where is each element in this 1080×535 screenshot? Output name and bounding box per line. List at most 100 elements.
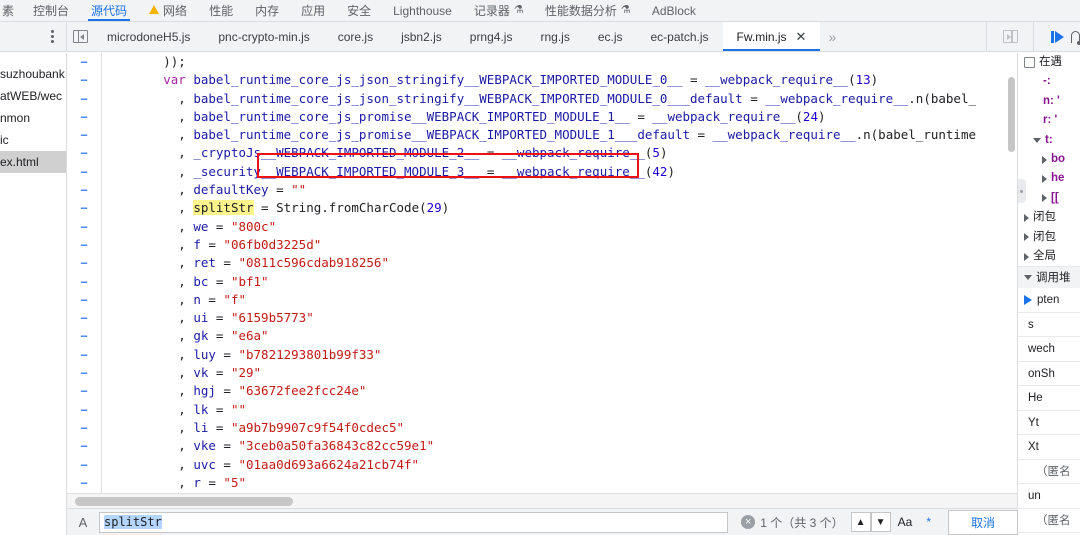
- source-tab-2[interactable]: core.js: [324, 22, 387, 51]
- fold-marker[interactable]: −: [67, 71, 101, 89]
- chevron-right-icon[interactable]: [1024, 213, 1029, 222]
- scope-row-5[interactable]: bo: [1018, 150, 1080, 169]
- panel-tab-7[interactable]: 安全: [336, 0, 382, 21]
- fold-marker[interactable]: −: [67, 474, 101, 492]
- scrollbar-thumb[interactable]: [75, 497, 293, 506]
- search-input[interactable]: splitStr: [99, 511, 729, 533]
- scope-row-7[interactable]: [[: [1018, 189, 1080, 208]
- call-stack-frame-5[interactable]: Yt: [1018, 411, 1080, 436]
- fold-marker[interactable]: −: [67, 236, 101, 254]
- fold-marker[interactable]: −: [67, 346, 101, 364]
- fold-marker[interactable]: −: [67, 144, 101, 162]
- chevron-right-icon[interactable]: [1024, 233, 1029, 242]
- source-tab-3[interactable]: jsbn2.js: [387, 22, 456, 51]
- source-tab-0[interactable]: microdoneH5.js: [93, 22, 204, 51]
- pause-on-exceptions-checkbox[interactable]: [1024, 57, 1035, 69]
- fold-marker[interactable]: −: [67, 163, 101, 181]
- resize-handle[interactable]: [1018, 179, 1026, 203]
- panel-tab-10[interactable]: 性能数据分析 ⚗: [534, 0, 641, 21]
- source-tab-4[interactable]: prng4.js: [456, 22, 527, 51]
- call-stack-frame-0[interactable]: pten: [1018, 288, 1080, 313]
- fold-marker[interactable]: −: [67, 53, 101, 71]
- regex-toggle[interactable]: *: [919, 515, 938, 529]
- source-tab-7[interactable]: ec-patch.js: [637, 22, 723, 51]
- scope-row-2[interactable]: n: ': [1018, 92, 1080, 111]
- fold-marker[interactable]: −: [67, 126, 101, 144]
- more-tabs-button[interactable]: »: [820, 22, 844, 51]
- panel-tab-11[interactable]: AdBlock: [641, 0, 707, 21]
- call-stack-frame-9[interactable]: （匿名: [1018, 509, 1080, 534]
- resume-script-icon[interactable]: [1051, 30, 1064, 43]
- fold-marker[interactable]: −: [67, 309, 101, 327]
- cancel-search-button[interactable]: 取消: [947, 509, 1018, 535]
- collapse-sidebar-button[interactable]: [986, 22, 1033, 51]
- more-options-icon[interactable]: [51, 30, 54, 43]
- panel-tab-8[interactable]: Lighthouse: [382, 0, 463, 21]
- call-stack-frame-3[interactable]: onSh: [1018, 362, 1080, 387]
- editor-horizontal-scrollbar[interactable]: [67, 493, 1017, 508]
- scope-row-4[interactable]: t:: [1018, 131, 1080, 150]
- panel-tab-2[interactable]: 源代码: [80, 0, 138, 21]
- scope-row-10[interactable]: 全局: [1018, 247, 1080, 266]
- panel-tab-4[interactable]: 性能: [198, 0, 244, 21]
- code-editor[interactable]: −−−−−−−−−−−−−−−−−−−−−−−−−−−−−−−−− )); va…: [67, 53, 1017, 493]
- scope-row-6[interactable]: he: [1018, 169, 1080, 188]
- panel-tab-0[interactable]: 素: [0, 0, 22, 21]
- call-stack-frame-1[interactable]: s: [1018, 313, 1080, 338]
- fold-marker[interactable]: −: [67, 273, 101, 291]
- fold-marker[interactable]: −: [67, 492, 101, 493]
- nav-item-2[interactable]: nmon: [0, 107, 66, 129]
- chevron-right-icon[interactable]: [1024, 252, 1029, 261]
- nav-item-0[interactable]: suzhoubank: [0, 63, 66, 85]
- scope-row-9[interactable]: 闭包: [1018, 228, 1080, 247]
- source-tab-5[interactable]: rng.js: [526, 22, 583, 51]
- fold-marker[interactable]: −: [67, 327, 101, 345]
- chevron-down-icon[interactable]: [1033, 137, 1041, 143]
- source-tab-1[interactable]: pnc-crypto-min.js: [204, 22, 323, 51]
- code-content[interactable]: )); var babel_runtime_core_js_json_strin…: [103, 53, 1017, 493]
- fold-marker[interactable]: −: [67, 382, 101, 400]
- nav-item-4[interactable]: ex.html: [0, 151, 66, 173]
- editor-vertical-scrollbar[interactable]: [1008, 77, 1015, 152]
- nav-item-3[interactable]: ic: [0, 129, 66, 151]
- panel-tab-3[interactable]: 网络: [138, 0, 198, 21]
- call-stack-frame-8[interactable]: un: [1018, 484, 1080, 509]
- scope-row-0[interactable]: 在遇: [1018, 53, 1080, 72]
- step-over-icon[interactable]: [1071, 30, 1080, 45]
- fold-gutter[interactable]: −−−−−−−−−−−−−−−−−−−−−−−−−−−−−−−−−: [67, 53, 102, 493]
- nav-item-1[interactable]: atWEB/wec: [0, 85, 66, 107]
- fold-marker[interactable]: −: [67, 419, 101, 437]
- panel-tab-9[interactable]: 记录器 ⚗: [463, 0, 534, 21]
- fold-marker[interactable]: −: [67, 401, 101, 419]
- scope-row-3[interactable]: r: ': [1018, 111, 1080, 130]
- scope-row-1[interactable]: -:: [1018, 72, 1080, 91]
- fold-marker[interactable]: −: [67, 218, 101, 236]
- fold-marker[interactable]: −: [67, 181, 101, 199]
- fold-marker[interactable]: −: [67, 291, 101, 309]
- call-stack-frame-4[interactable]: He: [1018, 386, 1080, 411]
- call-stack-frame-7[interactable]: （匿名: [1018, 460, 1080, 485]
- fold-marker[interactable]: −: [67, 254, 101, 272]
- call-stack-header[interactable]: 调用堆: [1018, 266, 1080, 289]
- chevron-right-icon[interactable]: [1042, 155, 1047, 164]
- panel-tab-1[interactable]: 控制台: [22, 0, 80, 21]
- fold-marker[interactable]: −: [67, 199, 101, 217]
- show-navigator-button[interactable]: [67, 22, 93, 51]
- panel-tab-5[interactable]: 内存: [244, 0, 290, 21]
- fold-marker[interactable]: −: [67, 456, 101, 474]
- chevron-right-icon[interactable]: [1042, 175, 1047, 184]
- search-next-button[interactable]: ▼: [870, 512, 891, 532]
- match-case-toggle[interactable]: Aa: [891, 515, 920, 529]
- fold-marker[interactable]: −: [67, 90, 101, 108]
- close-tab-icon[interactable]: ✕: [796, 30, 807, 43]
- scope-row-8[interactable]: 闭包: [1018, 208, 1080, 227]
- fold-marker[interactable]: −: [67, 364, 101, 382]
- clear-search-icon[interactable]: ×: [741, 515, 756, 529]
- fold-marker[interactable]: −: [67, 108, 101, 126]
- source-tab-8[interactable]: Fw.min.js ✕: [722, 22, 821, 51]
- chevron-right-icon[interactable]: [1042, 194, 1047, 203]
- call-stack-frame-6[interactable]: Xt: [1018, 435, 1080, 460]
- source-tab-6[interactable]: ec.js: [584, 22, 637, 51]
- panel-tab-6[interactable]: 应用: [290, 0, 336, 21]
- search-prev-button[interactable]: ▲: [850, 512, 871, 532]
